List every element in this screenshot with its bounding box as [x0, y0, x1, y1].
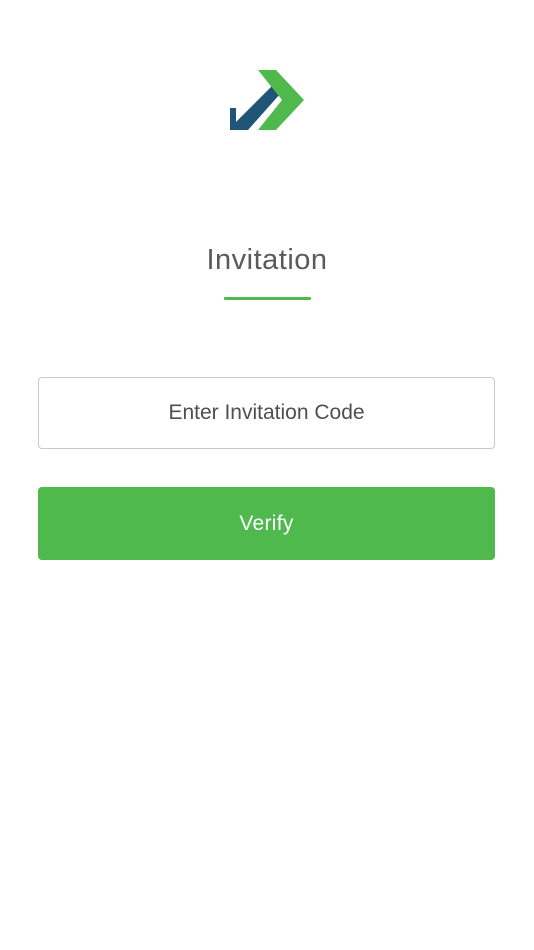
invitation-code-input[interactable]	[38, 377, 495, 449]
verify-button[interactable]: Verify	[38, 487, 495, 560]
invitation-screen: Invitation Verify	[0, 0, 534, 950]
page-title: Invitation	[206, 244, 328, 276]
check-arrow-logo-icon	[230, 70, 304, 130]
title-underline	[224, 297, 311, 300]
